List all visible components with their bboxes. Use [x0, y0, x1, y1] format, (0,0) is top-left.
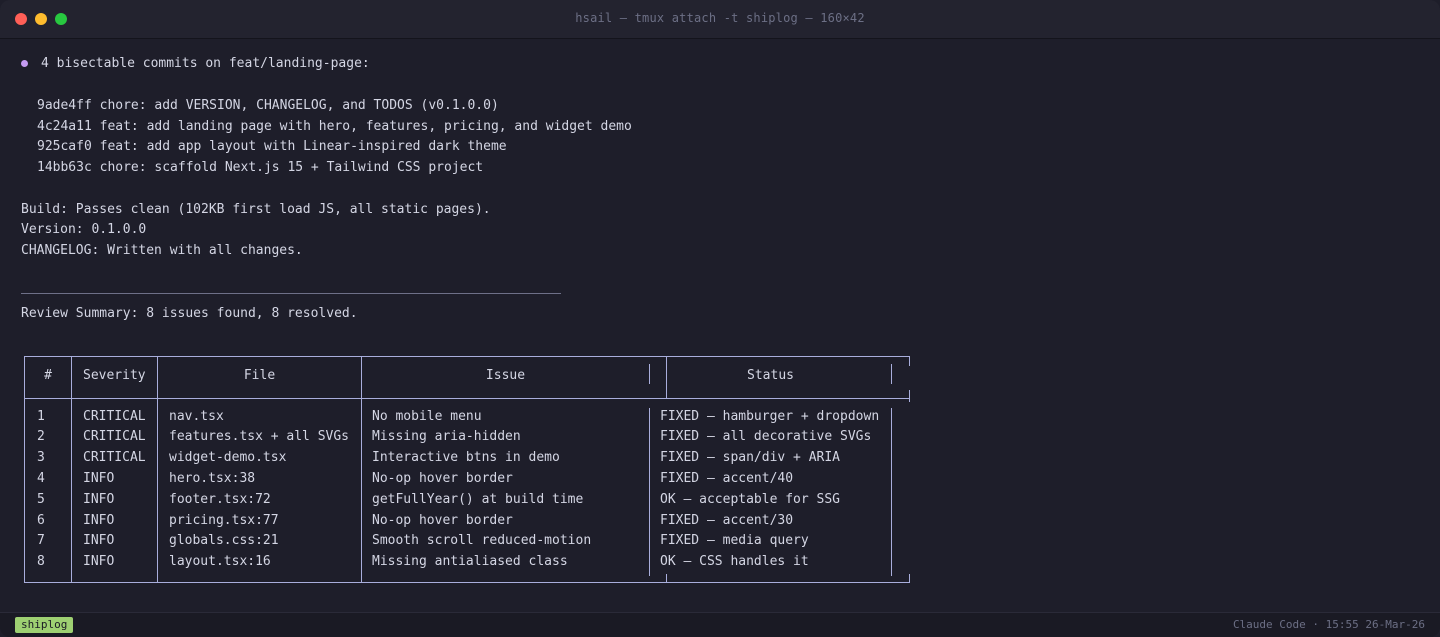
- table-right-border: [891, 408, 892, 576]
- row-severity: INFO: [83, 513, 115, 528]
- row-number: 3: [37, 450, 45, 465]
- row-status: FIXED — span/div + ARIA: [660, 450, 841, 465]
- table-col-divider: [361, 356, 362, 583]
- row-severity: INFO: [83, 471, 115, 486]
- table-col-divider: [649, 408, 650, 576]
- row-severity: CRITICAL: [83, 450, 146, 465]
- row-severity: CRITICAL: [83, 429, 146, 444]
- commit-line: 925caf0 feat: add app layout with Linear…: [37, 139, 507, 154]
- table-right-border: [909, 574, 910, 583]
- row-issue: No-op hover border: [372, 513, 513, 528]
- row-number: 2: [37, 429, 45, 444]
- row-file: globals.css:21: [169, 533, 279, 548]
- separator-rule: [21, 293, 561, 294]
- table-col-divider: [71, 356, 72, 583]
- commits-heading: 4 bisectable commits on feat/landing-pag…: [41, 56, 370, 71]
- row-file: layout.tsx:16: [169, 554, 271, 569]
- row-issue: Missing antialiased class: [372, 554, 568, 569]
- row-file: nav.tsx: [169, 409, 224, 424]
- title-bar: hsail — tmux attach -t shiplog — 160×42: [0, 0, 1440, 39]
- table-left-border: [24, 356, 25, 583]
- row-status: OK — acceptable for SSG: [660, 492, 841, 507]
- table-right-border: [909, 356, 910, 366]
- row-severity: INFO: [83, 533, 115, 548]
- commit-line: 4c24a11 feat: add landing page with hero…: [37, 119, 632, 134]
- version-line: Version: 0.1.0.0: [21, 222, 147, 237]
- build-status: Build: Passes clean (102KB first load JS…: [21, 202, 491, 217]
- row-number: 4: [37, 471, 45, 486]
- row-status: FIXED — media query: [660, 533, 809, 548]
- row-issue: Smooth scroll reduced-motion: [372, 533, 592, 548]
- table-header-file: File: [243, 368, 276, 383]
- row-number: 7: [37, 533, 45, 548]
- row-status: FIXED — hamburger + dropdown: [660, 409, 880, 424]
- terminal-window: hsail — tmux attach -t shiplog — 160×42 …: [0, 0, 1440, 637]
- window-title: hsail — tmux attach -t shiplog — 160×42: [575, 11, 865, 25]
- status-right-text: Claude Code · 15:55 26-Mar-26: [1232, 618, 1425, 631]
- bullet-icon: [21, 60, 28, 67]
- row-status: FIXED — all decorative SVGs: [660, 429, 872, 444]
- row-severity: INFO: [83, 492, 115, 507]
- row-status: FIXED — accent/40: [660, 471, 794, 486]
- table-header-status: Status: [747, 368, 794, 383]
- row-file: pricing.tsx:77: [169, 513, 279, 528]
- row-number: 1: [37, 409, 45, 424]
- table-right-border: [909, 390, 910, 402]
- row-severity: CRITICAL: [83, 409, 146, 424]
- row-issue: Interactive btns in demo: [372, 450, 560, 465]
- changelog-line: CHANGELOG: Written with all changes.: [21, 243, 303, 258]
- row-issue: getFullYear() at build time: [372, 492, 584, 507]
- commit-line: 14bb63c chore: scaffold Next.js 15 + Tai…: [37, 160, 484, 175]
- row-number: 6: [37, 513, 45, 528]
- row-issue: No-op hover border: [372, 471, 513, 486]
- row-issue: Missing aria-hidden: [372, 429, 521, 444]
- row-number: 5: [37, 492, 45, 507]
- table-header-severity: Severity: [83, 368, 146, 383]
- tmux-status-bar: shiplog Claude Code · 15:55 26-Mar-26: [0, 612, 1440, 637]
- table-col-divider: [157, 356, 158, 583]
- table-header-number: #: [44, 368, 52, 383]
- commit-line: 9ade4ff chore: add VERSION, CHANGELOG, a…: [37, 98, 499, 113]
- session-badge[interactable]: shiplog: [15, 617, 74, 633]
- table-col-divider: [666, 574, 667, 583]
- row-file: widget-demo.tsx: [169, 450, 287, 465]
- row-file: features.tsx + all SVGs: [169, 429, 350, 444]
- row-issue: No mobile menu: [372, 409, 482, 424]
- row-severity: INFO: [83, 554, 115, 569]
- table-header-issue: Issue: [485, 368, 526, 383]
- row-file: footer.tsx:72: [169, 492, 271, 507]
- review-summary: Review Summary: 8 issues found, 8 resolv…: [21, 306, 358, 321]
- row-file: hero.tsx:38: [169, 471, 256, 486]
- terminal-output[interactable]: 4 bisectable commits on feat/landing-pag…: [0, 39, 1440, 612]
- table-right-border: [891, 364, 892, 384]
- row-status: OK — CSS handles it: [660, 554, 809, 569]
- row-number: 8: [37, 554, 45, 569]
- row-status: FIXED — accent/30: [660, 513, 794, 528]
